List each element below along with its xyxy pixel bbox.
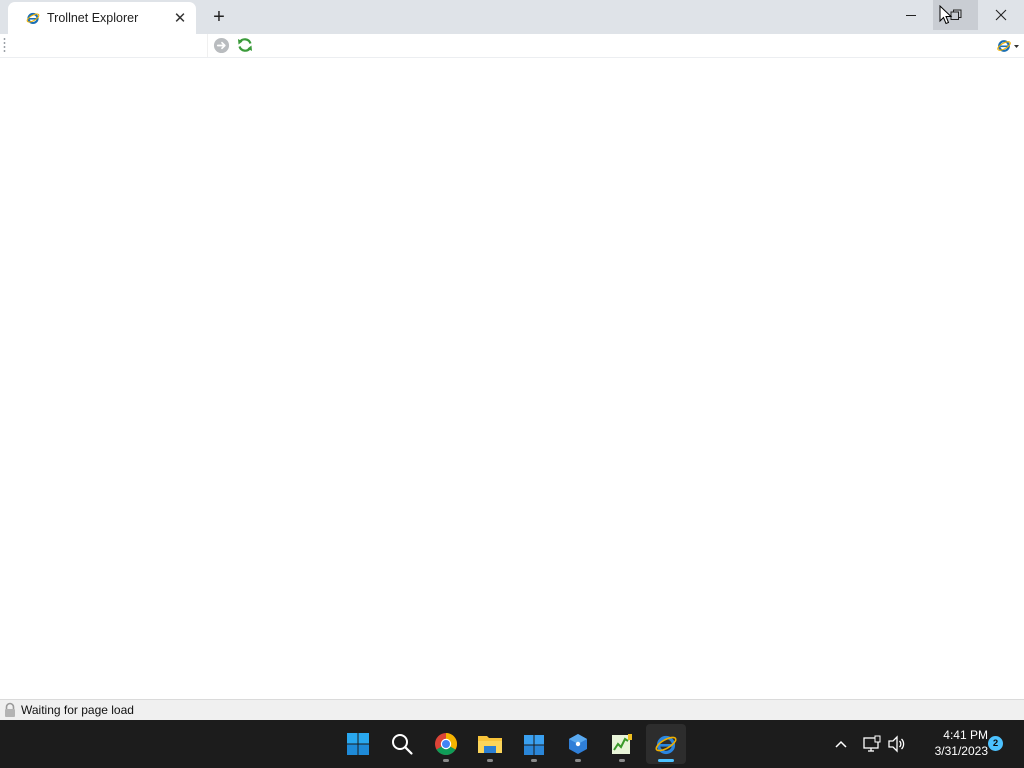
start-button[interactable] [338,724,378,764]
running-indicator [443,759,449,762]
status-text: Waiting for page load [21,703,134,717]
chrome-icon [435,733,457,755]
page-content-area[interactable] [0,58,1024,699]
search-button[interactable] [382,724,422,764]
taskbar-app-network[interactable] [558,724,598,764]
clock-time: 4:41 PM [943,728,988,742]
browser-tab[interactable]: Trollnet Explorer ✕ [8,2,196,34]
folder-icon [478,736,502,753]
running-indicator [531,759,537,762]
store-icon [524,735,544,755]
clock[interactable]: 4:41 PM 3/31/2023 [910,727,990,763]
lock-icon [5,702,15,717]
active-indicator [658,759,674,762]
running-indicator [619,759,625,762]
tab-close-button[interactable]: ✕ [168,6,192,30]
minimize-button[interactable] [888,0,933,30]
tab-title: Trollnet Explorer [47,11,139,25]
close-button[interactable] [978,0,1023,30]
ie-logo-icon [26,12,40,25]
taskbar-app-file-explorer[interactable] [470,724,510,764]
taskbar-app-store[interactable] [514,724,554,764]
close-icon [995,9,1006,21]
minimize-icon [905,15,916,16]
new-tab-button[interactable]: + [205,4,233,30]
taskbar-app-trollnet-explorer[interactable] [646,724,686,764]
refresh-icon[interactable] [236,36,254,54]
ie-page-menu-icon [997,39,1019,52]
chart-icon [612,734,632,754]
running-indicator [575,759,581,762]
search-icon [392,734,413,755]
running-indicator [487,759,493,762]
clock-date: 3/31/2023 [934,744,988,758]
show-hidden-icons-button[interactable] [831,734,851,754]
mouse-cursor-icon [939,5,953,25]
address-area[interactable] [10,34,208,57]
notification-badge[interactable]: 2 [988,736,1003,751]
speaker-icon[interactable] [887,734,907,754]
title-bar: Trollnet Explorer ✕ + [0,0,1024,34]
taskbar-app-task-manager[interactable] [602,724,642,764]
network-icon[interactable] [862,734,882,754]
taskbar-app-chrome[interactable] [426,724,466,764]
page-menu-button[interactable] [996,37,1022,54]
toolbar-grip[interactable] [3,37,6,53]
status-bar: Waiting for page load [0,699,1024,720]
windows-logo-icon [347,733,369,755]
go-arrow-icon[interactable] [213,37,230,54]
ie-logo-icon [655,735,677,755]
network-cube-icon [569,734,587,754]
chevron-up-icon [835,740,847,748]
browser-toolbar [0,34,1024,58]
